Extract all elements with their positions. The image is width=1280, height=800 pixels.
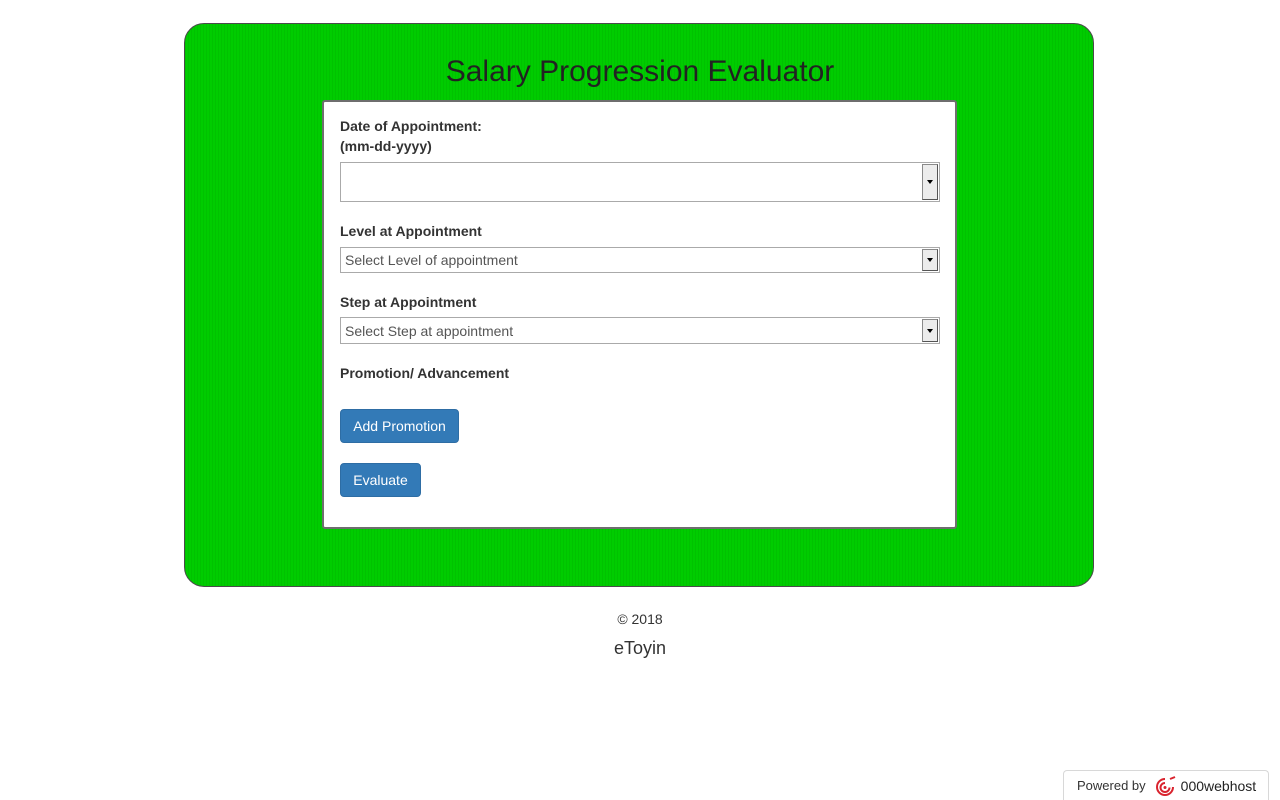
page-title: Salary Progression Evaluator <box>445 55 835 88</box>
chevron-down-icon[interactable] <box>922 319 938 342</box>
date-format-hint: (mm-dd-yyyy) <box>340 138 432 154</box>
level-at-appointment-select[interactable]: Select Level of appointment <box>340 247 940 273</box>
add-promotion-button[interactable]: Add Promotion <box>340 409 459 443</box>
date-label-text: Date of Appointment: <box>340 118 482 134</box>
author-name: eToyin <box>613 638 667 658</box>
powered-by-text: Powered by <box>1077 778 1146 793</box>
powered-by-badge[interactable]: Powered by 000webhost <box>1063 770 1269 800</box>
date-of-appointment-label: Date of Appointment: (mm-dd-yyyy) <box>340 116 482 156</box>
chevron-down-icon[interactable] <box>922 249 938 271</box>
step-at-appointment-select[interactable]: Select Step at appointment <box>340 317 940 344</box>
evaluate-button[interactable]: Evaluate <box>340 463 421 497</box>
promotion-advancement-heading: Promotion/ Advancement <box>340 365 510 381</box>
level-at-appointment-label: Level at Appointment <box>340 223 482 239</box>
level-selected-value: Select Level of appointment <box>345 252 518 268</box>
copyright-text: © 2018 <box>617 611 663 627</box>
webhost-logo-icon <box>1153 775 1177 796</box>
step-at-appointment-label: Step at Appointment <box>340 294 477 310</box>
host-name-text: 000webhost <box>1180 777 1257 794</box>
step-selected-value: Select Step at appointment <box>345 322 514 339</box>
chevron-down-icon[interactable] <box>922 164 938 200</box>
page: Salary Progression Evaluator Date of App… <box>0 0 1280 800</box>
date-of-appointment-select[interactable] <box>340 162 940 202</box>
